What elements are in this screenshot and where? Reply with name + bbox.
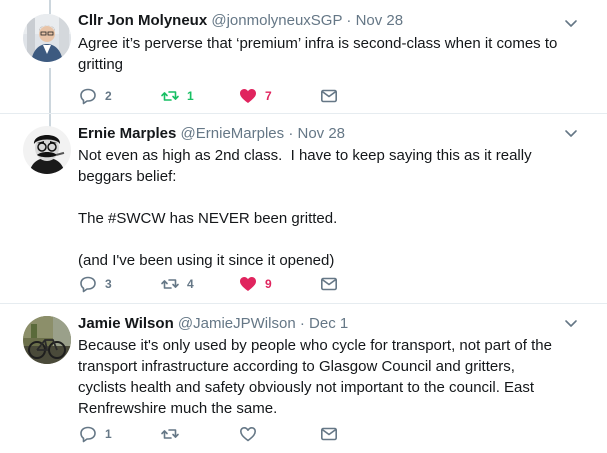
direct-message-button[interactable] (319, 86, 339, 106)
author-handle[interactable]: @jonmolyneuxSGP (211, 12, 342, 29)
tweet-text-content: Agree it’s perverse that ‘premium’ infra… (78, 35, 562, 73)
tweet-text: Agree it’s perverse that ‘premium’ infra… (78, 33, 578, 75)
tweet-text-content: Because it's only used by people who cyc… (78, 337, 557, 417)
like-button[interactable]: 7 (238, 86, 272, 106)
reply-count: 1 (105, 427, 112, 441)
envelope-icon (320, 277, 337, 291)
like-button[interactable]: 9 (238, 274, 272, 294)
reply-icon (80, 276, 96, 293)
reply-count: 3 (105, 277, 112, 291)
timestamp[interactable]: Nov 28 (297, 125, 345, 142)
tweet-actions: 1 (78, 424, 338, 444)
reply-icon (80, 426, 96, 443)
tweet-header: Jamie Wilson @JamieJPWilson · Dec 1 (78, 314, 348, 334)
author-handle[interactable]: @JamieJPWilson (178, 315, 296, 332)
like-count: 7 (265, 89, 272, 103)
retweet-icon (161, 279, 179, 289)
retweet-button[interactable]: 4 (160, 274, 194, 294)
reply-button[interactable]: 2 (78, 86, 112, 106)
tweet-text: Not even as high as 2nd class. I have to… (78, 145, 558, 271)
retweet-icon (161, 91, 179, 101)
tweet-actions: 3 4 9 (78, 274, 338, 294)
tweet-actions: 2 1 7 (78, 86, 338, 106)
retweet-count: 4 (187, 277, 194, 291)
retweet-icon (161, 429, 179, 439)
like-button[interactable] (238, 424, 258, 444)
direct-message-button[interactable] (319, 424, 339, 444)
timestamp[interactable]: Dec 1 (309, 315, 348, 332)
more-options-caret-icon[interactable] (563, 15, 579, 31)
tweet-3[interactable]: Jamie Wilson @JamieJPWilson · Dec 1 Beca… (0, 304, 607, 453)
envelope-icon (320, 89, 337, 103)
retweet-button[interactable] (160, 424, 180, 444)
envelope-icon (320, 427, 337, 441)
direct-message-button[interactable] (319, 274, 339, 294)
separator-dot: · (299, 315, 305, 332)
more-options-caret-icon[interactable] (563, 315, 579, 331)
heart-icon (240, 277, 256, 291)
author-name[interactable]: Jamie Wilson (78, 315, 174, 332)
reply-button[interactable]: 1 (78, 424, 112, 444)
heart-icon (240, 89, 256, 103)
retweet-button[interactable]: 1 (160, 86, 194, 106)
heart-outline-icon (240, 427, 256, 442)
reply-button[interactable]: 3 (78, 274, 112, 294)
separator-dot: · (346, 12, 352, 29)
separator-dot: · (288, 125, 294, 142)
tweet-text: Because it's only used by people who cyc… (78, 335, 558, 419)
tweet-header: Cllr Jon Molyneux @jonmolyneuxSGP · Nov … (78, 11, 403, 31)
tweet-header: Ernie Marples @ErnieMarples · Nov 28 (78, 124, 345, 144)
avatar[interactable] (23, 316, 71, 364)
avatar[interactable] (23, 14, 71, 62)
reply-icon (80, 88, 96, 105)
avatar[interactable] (23, 126, 71, 174)
like-count: 9 (265, 277, 272, 291)
author-name[interactable]: Ernie Marples (78, 125, 176, 142)
author-handle[interactable]: @ErnieMarples (181, 125, 285, 142)
reply-count: 2 (105, 89, 112, 103)
tweet-text-content: Not even as high as 2nd class. I have to… (78, 147, 532, 269)
tweet-2[interactable]: Ernie Marples @ErnieMarples · Nov 28 Not… (0, 114, 607, 303)
retweet-count: 1 (187, 89, 194, 103)
more-options-caret-icon[interactable] (563, 125, 579, 141)
author-name[interactable]: Cllr Jon Molyneux (78, 12, 207, 29)
tweet-1[interactable]: Cllr Jon Molyneux @jonmolyneuxSGP · Nov … (0, 0, 607, 113)
timestamp[interactable]: Nov 28 (356, 12, 404, 29)
